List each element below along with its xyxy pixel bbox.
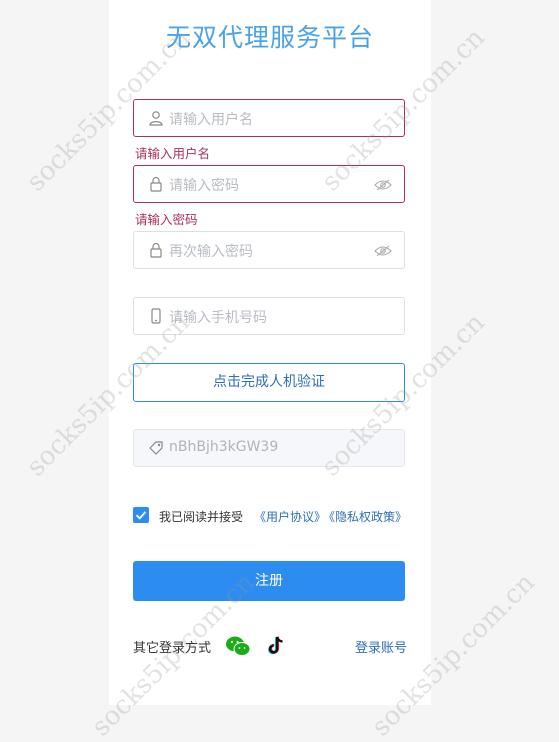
eye-hidden-icon[interactable] <box>374 244 392 258</box>
password-field[interactable]: 请输入密码 <box>133 165 405 203</box>
agreement-text: 我已阅读并接受 <box>159 510 244 524</box>
tiktok-icon[interactable] <box>266 635 286 657</box>
password-error: 请输入密码 <box>135 212 198 227</box>
password-placeholder: 请输入密码 <box>169 178 239 194</box>
eye-hidden-icon[interactable] <box>374 178 392 192</box>
username-field[interactable]: 请输入用户名 <box>133 99 405 137</box>
phone-icon <box>151 308 161 324</box>
wechat-icon[interactable] <box>225 635 251 657</box>
agreement-row: 我已阅读并接受 《用户协议》 《隐私权政策》 <box>133 506 423 526</box>
username-error: 请输入用户名 <box>135 146 211 161</box>
register-card: 无双代理服务平台 请输入用户名 请输入用户名 请输入密码 请输入密码 再次输入密… <box>109 0 431 705</box>
checkmark-icon <box>135 511 147 520</box>
user-icon <box>149 111 163 126</box>
username-placeholder: 请输入用户名 <box>169 112 253 128</box>
login-account-link[interactable]: 登录账号 <box>355 637 407 656</box>
other-login-label: 其它登录方式 <box>133 641 212 656</box>
captcha-verify-button[interactable]: 点击完成人机验证 <box>133 363 405 402</box>
confirm-password-field[interactable]: 再次输入密码 <box>133 231 405 269</box>
tag-icon <box>149 441 163 455</box>
phone-field[interactable]: 请输入手机号码 <box>133 297 405 335</box>
user-agreement-link[interactable]: 《用户协议》 <box>254 508 326 525</box>
agreement-checkbox[interactable] <box>133 507 149 523</box>
invite-code-value: nBhBjh3kGW39 <box>169 439 279 455</box>
page-title: 无双代理服务平台 <box>165 23 374 52</box>
lock-icon <box>150 176 162 192</box>
phone-placeholder: 请输入手机号码 <box>169 310 267 326</box>
confirm-password-placeholder: 再次输入密码 <box>169 244 253 260</box>
lock-icon <box>150 242 162 258</box>
invite-code-field: nBhBjh3kGW39 <box>133 429 405 467</box>
register-button[interactable]: 注册 <box>133 561 405 601</box>
privacy-policy-link[interactable]: 《隐私权政策》 <box>323 508 407 525</box>
